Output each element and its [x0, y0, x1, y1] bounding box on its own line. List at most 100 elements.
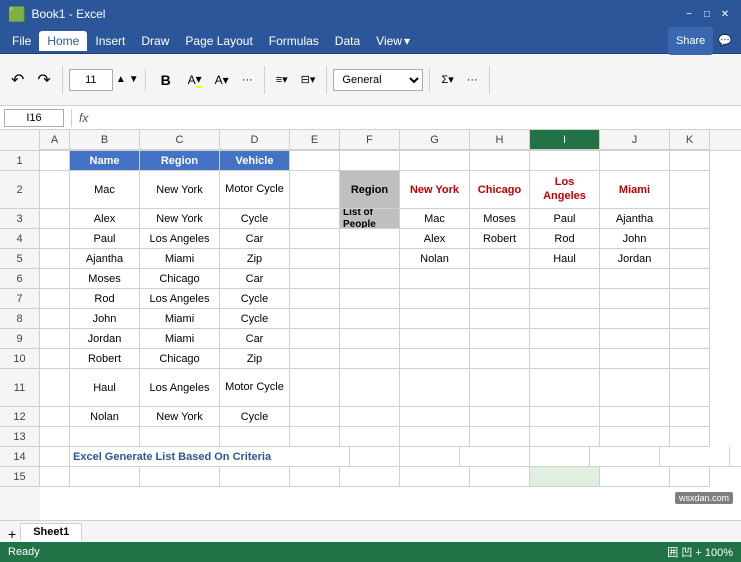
col-header-e[interactable]: E	[290, 130, 340, 150]
cell-e11[interactable]	[290, 369, 340, 407]
cell-g5[interactable]: Nolan	[400, 249, 470, 269]
font-color-button[interactable]: A▾	[210, 66, 234, 94]
cell-f10[interactable]	[340, 349, 400, 369]
cell-k1[interactable]	[670, 151, 710, 171]
cell-j12[interactable]	[600, 407, 670, 427]
cell-h15[interactable]	[470, 467, 530, 487]
cell-k9[interactable]	[670, 329, 710, 349]
cell-b1[interactable]: Name	[70, 151, 140, 171]
col-header-j[interactable]: J	[600, 130, 670, 150]
cell-j9[interactable]	[600, 329, 670, 349]
undo-button[interactable]: ↶	[6, 66, 29, 94]
row-header-11[interactable]: 11	[0, 369, 40, 407]
cell-e1[interactable]	[290, 151, 340, 171]
cell-d6[interactable]: Car	[220, 269, 290, 289]
cell-c7[interactable]: Los Angeles	[140, 289, 220, 309]
cell-a9[interactable]	[40, 329, 70, 349]
cell-k2[interactable]	[670, 171, 710, 209]
row-header-5[interactable]: 5	[0, 249, 40, 269]
cell-d15[interactable]	[220, 467, 290, 487]
cell-e4[interactable]	[290, 229, 340, 249]
cell-j14[interactable]	[660, 447, 730, 467]
cell-h5[interactable]	[470, 249, 530, 269]
close-button[interactable]: ✕	[717, 6, 733, 22]
cell-a4[interactable]	[40, 229, 70, 249]
cell-e7[interactable]	[290, 289, 340, 309]
cell-e13[interactable]	[290, 427, 340, 447]
cell-i4[interactable]: Rod	[530, 229, 600, 249]
cell-b7[interactable]: Rod	[70, 289, 140, 309]
wrap-button[interactable]: ⊟▾	[296, 66, 321, 94]
cell-a2[interactable]	[40, 171, 70, 209]
cell-f7[interactable]	[340, 289, 400, 309]
cell-d7[interactable]: Cycle	[220, 289, 290, 309]
cell-d13[interactable]	[220, 427, 290, 447]
row-header-15[interactable]: 15	[0, 467, 40, 487]
cell-f13[interactable]	[340, 427, 400, 447]
cell-b13[interactable]	[70, 427, 140, 447]
cell-k5[interactable]	[670, 249, 710, 269]
cell-k4[interactable]	[670, 229, 710, 249]
cell-c13[interactable]	[140, 427, 220, 447]
cell-k12[interactable]	[670, 407, 710, 427]
cell-e2[interactable]	[290, 171, 340, 209]
cell-e12[interactable]	[290, 407, 340, 427]
row-header-7[interactable]: 7	[0, 289, 40, 309]
cell-i2[interactable]: Los Angeles	[530, 171, 600, 209]
cell-g4[interactable]: Alex	[400, 229, 470, 249]
cell-h7[interactable]	[470, 289, 530, 309]
cell-f6[interactable]	[340, 269, 400, 289]
cell-b12[interactable]: Nolan	[70, 407, 140, 427]
cell-b15[interactable]	[70, 467, 140, 487]
cell-i1[interactable]	[530, 151, 600, 171]
font-size-down-icon[interactable]: ▼	[129, 74, 139, 85]
cell-g7[interactable]	[400, 289, 470, 309]
cell-h2[interactable]: Chicago	[470, 171, 530, 209]
bold-button[interactable]: B	[152, 66, 180, 94]
cell-a11[interactable]	[40, 369, 70, 407]
cell-h8[interactable]	[470, 309, 530, 329]
cell-d9[interactable]: Car	[220, 329, 290, 349]
cell-c4[interactable]: Los Angeles	[140, 229, 220, 249]
cell-j7[interactable]	[600, 289, 670, 309]
cell-e9[interactable]	[290, 329, 340, 349]
maximize-button[interactable]: □	[699, 6, 715, 22]
col-header-h[interactable]: H	[470, 130, 530, 150]
cell-i3[interactable]: Paul	[530, 209, 600, 229]
cell-a3[interactable]	[40, 209, 70, 229]
row-header-4[interactable]: 4	[0, 229, 40, 249]
col-header-f[interactable]: F	[340, 130, 400, 150]
grid-scroll-area[interactable]: 1 2 3 4 5 6 7 8 9 10 11 12 13 14 15 Name…	[0, 151, 741, 520]
cell-a14[interactable]	[40, 447, 70, 467]
col-header-a[interactable]: A	[40, 130, 70, 150]
cell-j15[interactable]	[600, 467, 670, 487]
cell-j3[interactable]: Ajantha	[600, 209, 670, 229]
cell-k3[interactable]	[670, 209, 710, 229]
cell-i9[interactable]	[530, 329, 600, 349]
menu-home[interactable]: Home	[39, 31, 87, 51]
cell-k13[interactable]	[670, 427, 710, 447]
cell-e6[interactable]	[290, 269, 340, 289]
cell-k11[interactable]	[670, 369, 710, 407]
minimize-button[interactable]: −	[681, 6, 697, 22]
cell-i8[interactable]	[530, 309, 600, 329]
row-header-2[interactable]: 2	[0, 171, 40, 209]
cell-e10[interactable]	[290, 349, 340, 369]
cell-c8[interactable]: Miami	[140, 309, 220, 329]
cell-g10[interactable]	[400, 349, 470, 369]
menu-data[interactable]: Data	[327, 31, 368, 51]
number-format-select[interactable]: General	[333, 69, 423, 91]
menu-view[interactable]: View ▾	[368, 31, 418, 51]
cell-j13[interactable]	[600, 427, 670, 447]
cell-k10[interactable]	[670, 349, 710, 369]
menu-file[interactable]: File	[4, 31, 39, 51]
col-header-g[interactable]: G	[400, 130, 470, 150]
redo-button[interactable]: ↷	[32, 66, 55, 94]
menu-formulas[interactable]: Formulas	[261, 31, 327, 51]
cell-g12[interactable]	[400, 407, 470, 427]
cell-j2[interactable]: Miami	[600, 171, 670, 209]
row-header-13[interactable]: 13	[0, 427, 40, 447]
cell-d4[interactable]: Car	[220, 229, 290, 249]
row-header-10[interactable]: 10	[0, 349, 40, 369]
cell-h11[interactable]	[470, 369, 530, 407]
